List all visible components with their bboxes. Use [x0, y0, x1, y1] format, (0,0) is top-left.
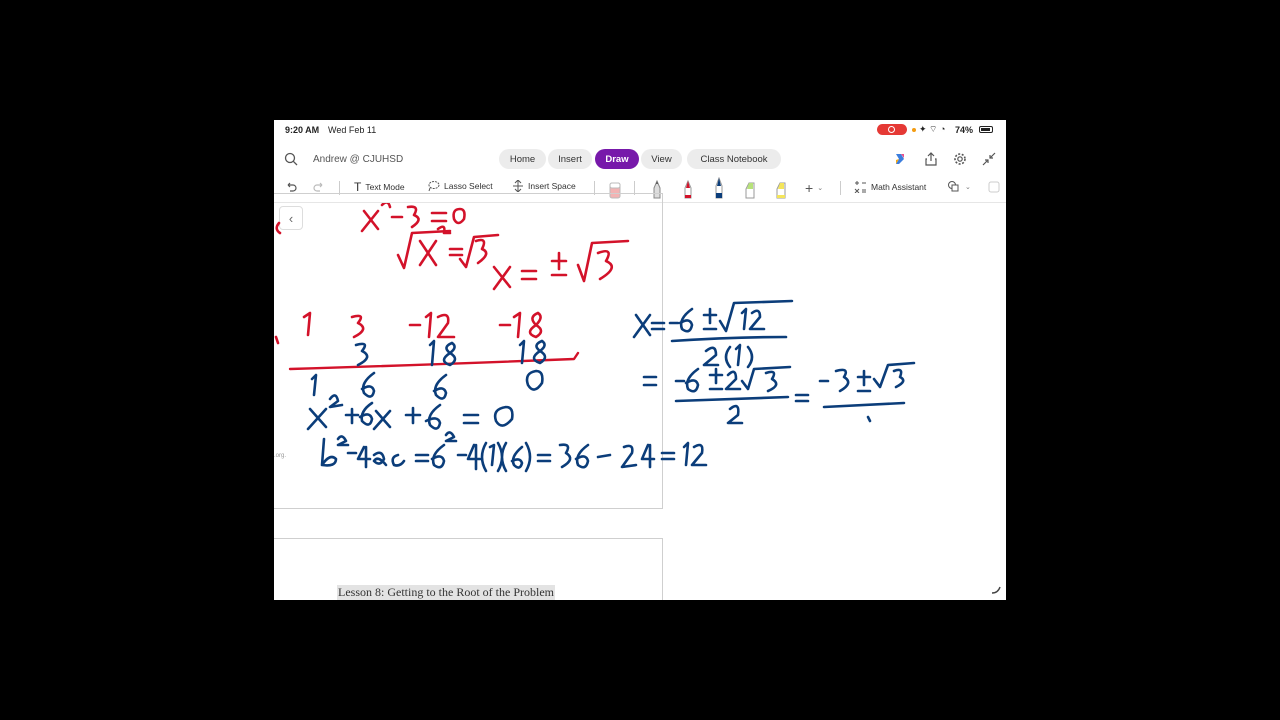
tab-insert[interactable]: Insert: [548, 149, 592, 169]
insert-space-label: Insert Space: [528, 181, 576, 191]
ink-blue-quadratic: [306, 394, 514, 431]
math-assistant-label: Math Assistant: [871, 181, 927, 192]
tab-home[interactable]: Home: [499, 149, 546, 169]
battery-icon: [979, 126, 993, 133]
more-tools-icon[interactable]: [987, 180, 1001, 194]
green-highlighter-icon[interactable]: [743, 177, 757, 199]
copilot-icon[interactable]: [893, 152, 907, 166]
wifi-icon: ✦ ⌔ ◔: [919, 124, 946, 134]
status-time: 9:20 AM: [285, 125, 320, 135]
undo-icon[interactable]: [284, 180, 298, 194]
chevron-down-icon: ⌄: [965, 183, 971, 191]
math-icon: [854, 181, 866, 193]
insert-space-icon: [513, 180, 523, 192]
text-mode-icon: T: [354, 180, 362, 194]
ink-red-solution: [492, 239, 630, 291]
math-assistant-button[interactable]: Math Assistant: [854, 180, 926, 193]
text-mode-button[interactable]: T Text Mode: [354, 180, 405, 194]
blue-pen-icon[interactable]: [712, 177, 726, 199]
note-canvas[interactable]: Lesson 8: Getting to the Root of the Pro…: [274, 193, 1006, 600]
shapes-button[interactable]: ⌄: [947, 180, 971, 193]
ink-red-synthetic-row: [274, 311, 543, 345]
gear-icon[interactable]: [953, 152, 967, 166]
share-icon[interactable]: [924, 152, 938, 166]
lasso-select-label: Lasso Select: [444, 181, 493, 191]
app-header: Andrew @ CJUHSD Home Insert Draw View Cl…: [274, 146, 1006, 172]
text-mode-label: Text Mode: [365, 182, 405, 192]
tab-view[interactable]: View: [641, 149, 682, 169]
tab-class-notebook[interactable]: Class Notebook: [687, 149, 781, 169]
ipad-screen: 9:20 AM Wed Feb 11 ✦ ⌔ ◔ 74% Andrew @ CJ…: [274, 120, 1006, 600]
screen-recording-icon[interactable]: [877, 124, 907, 135]
ink-blue-quadratic-formula: [632, 299, 794, 369]
ink-blue-discriminant: [320, 431, 708, 473]
yellow-highlighter-icon[interactable]: [774, 177, 788, 199]
toolbar-divider: [840, 181, 841, 195]
account-name[interactable]: Andrew @ CJUHSD: [313, 154, 403, 165]
plus-icon: +: [805, 180, 814, 196]
handwriting-layer: [274, 203, 916, 473]
ink-red-equation: [275, 203, 466, 235]
status-date: Wed Feb 11: [328, 125, 377, 135]
ink-blue-simplify: [642, 361, 916, 425]
mic-indicator-icon: [912, 128, 916, 132]
tab-draw[interactable]: Draw: [595, 149, 639, 169]
redo-icon[interactable]: [312, 180, 326, 194]
lasso-icon: [428, 181, 440, 192]
ink-blue-synthetic-row3: [310, 369, 544, 400]
battery-percent: 74%: [955, 125, 974, 135]
shapes-icon: [948, 181, 959, 192]
chevron-down-icon: ⌄: [817, 185, 824, 192]
add-pen-button[interactable]: + ⌄: [805, 180, 823, 196]
insert-space-button[interactable]: Insert Space: [512, 180, 576, 192]
resize-handle-icon[interactable]: [990, 583, 1002, 595]
lasso-select-button[interactable]: Lasso Select: [427, 180, 493, 192]
collapse-icon[interactable]: [982, 152, 996, 166]
search-icon[interactable]: [284, 152, 298, 166]
status-bar: 9:20 AM Wed Feb 11 ✦ ⌔ ◔ 74%: [274, 120, 1006, 140]
ink-red-sqrt: [396, 225, 500, 270]
red-pen-icon[interactable]: [681, 177, 695, 199]
